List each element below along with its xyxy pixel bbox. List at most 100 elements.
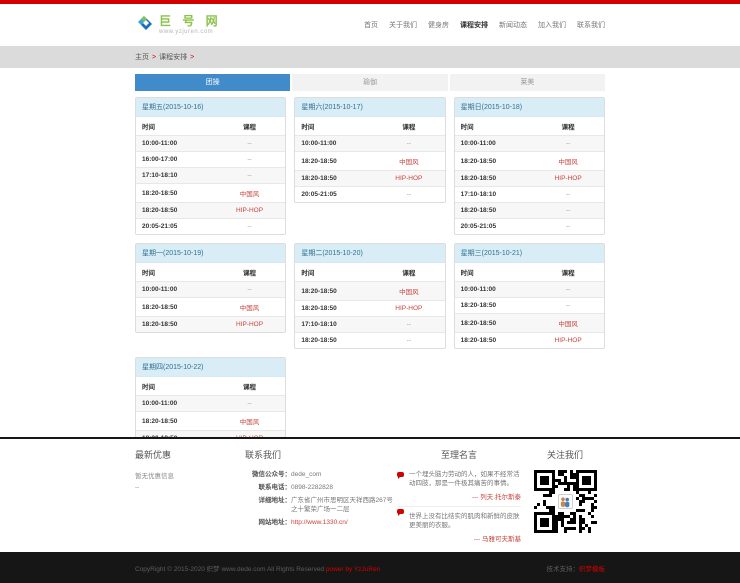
course-cell: -- — [532, 203, 604, 219]
time-cell: 18:20-18:50 — [136, 412, 214, 431]
contact-label: 联系电话： — [245, 483, 291, 493]
course-column-header: 课程 — [214, 263, 286, 282]
time-cell: 18:20-18:50 — [295, 333, 373, 349]
time-cell: 18:20-18:50 — [136, 203, 214, 219]
course-cell: -- — [373, 333, 445, 349]
table-row: 10:00-11:00-- — [136, 282, 285, 298]
breadcrumb-item[interactable]: 课程安排 — [159, 52, 187, 62]
tab-莱美[interactable]: 莱美 — [450, 74, 605, 91]
table-row: 18:20-18:50-- — [295, 333, 444, 349]
course-column-header: 课程 — [214, 377, 286, 396]
day-panel-title: 星期四(2015-10-22) — [136, 358, 285, 377]
nav-item-新闻动态[interactable]: 新闻动态 — [499, 20, 527, 30]
table-row: 17:10-18:10-- — [455, 187, 604, 203]
course-cell: -- — [214, 136, 286, 152]
time-cell: 20:05-21:05 — [455, 219, 533, 235]
course-cell: -- — [532, 187, 604, 203]
tech-support-text: 技术支持：织梦模板 — [547, 563, 606, 573]
time-cell: 20:05-21:05 — [295, 187, 373, 203]
day-panel-title: 星期五(2015-10-16) — [136, 98, 285, 117]
course-cell: -- — [214, 282, 286, 298]
day-panel: 星期四(2015-10-22)时间课程10:00-11:00--18:20-18… — [135, 357, 286, 437]
bottom-bar: CopyRight © 2015-2020 织梦 www.dede.com Al… — [0, 552, 740, 583]
time-cell: 18:20-18:50 — [455, 314, 533, 333]
table-row: 10:00-11:00-- — [136, 396, 285, 412]
course-cell: HIP-HOP — [214, 431, 286, 438]
contact-value: dede_com — [291, 470, 393, 480]
day-panel-title: 星期三(2015-10-21) — [455, 244, 604, 263]
day-panel: 星期三(2015-10-21)时间课程10:00-11:00--18:20-18… — [454, 243, 605, 349]
course-cell: -- — [373, 136, 445, 152]
course-column-header: 课程 — [532, 117, 604, 136]
table-row: 18:20-18:50HIP-HOP — [295, 171, 444, 187]
time-cell: 18:20-18:50 — [455, 203, 533, 219]
site-logo[interactable]: 巨 号 网 www.yzjuren.com — [135, 13, 222, 38]
course-cell: 中国风 — [532, 314, 604, 333]
time-cell: 17:10-18:10 — [136, 168, 214, 184]
table-row: 18:20-18:50HIP-HOP — [136, 317, 285, 333]
copyright-powered-by[interactable]: power by YzJuRen — [326, 566, 380, 573]
time-cell: 18:20-18:50 — [136, 298, 214, 317]
course-cell: HIP-HOP — [532, 333, 604, 349]
time-cell: 20:05-21:05 — [136, 219, 214, 235]
course-cell: 中国风 — [214, 298, 286, 317]
course-cell: HIP-HOP — [214, 317, 286, 333]
nav-item-健身房[interactable]: 健身房 — [428, 20, 449, 30]
table-row: 17:10-18:10-- — [295, 317, 444, 333]
day-schedule-table: 时间课程10:00-11:00--16:00-17:00--17:10-18:1… — [136, 117, 285, 234]
qr-center-avatar-icon — [558, 494, 573, 509]
course-cell: 中国风 — [373, 282, 445, 301]
footer-promo-section: 最新优惠 暂无优惠信息-- — [135, 448, 245, 548]
schedule-tabs: 团操瑜伽莱美 — [135, 74, 605, 91]
day-panel-title: 星期六(2015-10-17) — [295, 98, 444, 117]
time-column-header: 时间 — [136, 377, 214, 396]
nav-item-联系我们[interactable]: 联系我们 — [577, 20, 605, 30]
course-cell: -- — [373, 187, 445, 203]
course-cell: -- — [214, 168, 286, 184]
table-row: 10:00-11:00-- — [295, 136, 444, 152]
logo-subtitle: www.yzjuren.com — [159, 29, 222, 35]
contact-value[interactable]: http://www.1330.cn/ — [291, 518, 393, 528]
time-column-header: 时间 — [295, 263, 373, 282]
time-cell: 10:00-11:00 — [136, 282, 214, 298]
follow-heading: 关注我们 — [525, 448, 605, 461]
course-column-header: 课程 — [532, 263, 604, 282]
course-cell: -- — [214, 219, 286, 235]
table-row: 17:10-18:10-- — [136, 168, 285, 184]
time-cell: 17:10-18:10 — [295, 317, 373, 333]
quotes-list: 一个埋头脑力劳动的人，如果不经常活动四肢，那是一件极其痛苦的事情。--- 列夫.… — [397, 470, 521, 543]
table-row: 18:20-18:50中国风 — [136, 184, 285, 203]
qr-code — [534, 470, 597, 533]
logo-diamond-icon — [135, 13, 155, 38]
table-row: 20:05-21:05-- — [455, 219, 604, 235]
course-cell: HIP-HOP — [373, 301, 445, 317]
tab-瑜伽[interactable]: 瑜伽 — [292, 74, 447, 91]
nav-item-关于我们[interactable]: 关于我们 — [389, 20, 417, 30]
footer-quotes-section: 至理名言 一个埋头脑力劳动的人，如果不经常活动四肢，那是一件极其痛苦的事情。--… — [393, 448, 525, 548]
support-link[interactable]: 织梦模板 — [579, 566, 605, 573]
time-cell: 18:20-18:50 — [295, 171, 373, 187]
course-cell: -- — [532, 219, 604, 235]
contact-label: 网站地址： — [245, 518, 291, 528]
nav-item-课程安排[interactable]: 课程安排 — [460, 20, 488, 30]
quote-item: 一个埋头脑力劳动的人，如果不经常活动四肢，那是一件极其痛苦的事情。--- 列夫.… — [397, 470, 521, 501]
table-row: 18:20-18:50中国风 — [295, 152, 444, 171]
table-row: 18:20-18:50中国风 — [136, 298, 285, 317]
time-cell: 17:10-18:10 — [455, 187, 533, 203]
course-cell: HIP-HOP — [532, 171, 604, 187]
quote-item: 世界上没有比结实的肌肉和新鲜的皮肤更美丽的衣服。--- 马雅可夫斯基 — [397, 506, 521, 543]
table-row: 18:20-18:50-- — [455, 298, 604, 314]
nav-item-加入我们[interactable]: 加入我们 — [538, 20, 566, 30]
time-cell: 18:20-18:50 — [455, 171, 533, 187]
promo-heading: 最新优惠 — [135, 448, 245, 461]
footer-follow-section: 关注我们 — [525, 448, 605, 548]
day-panel: 星期六(2015-10-17)时间课程10:00-11:00--18:20-18… — [294, 97, 445, 203]
table-row: 18:20-18:50HIP-HOP — [455, 333, 604, 349]
breadcrumb-item[interactable]: 主页 — [135, 52, 149, 62]
breadcrumb: 主页 >课程安排 > — [135, 46, 605, 68]
tab-团操[interactable]: 团操 — [135, 74, 290, 91]
contact-row: 详细地址：广东省广州市思明区天祥西路267号之十繁荣广场一二层 — [245, 496, 393, 516]
time-column-header: 时间 — [136, 117, 214, 136]
course-cell: -- — [373, 317, 445, 333]
nav-item-首页[interactable]: 首页 — [364, 20, 378, 30]
